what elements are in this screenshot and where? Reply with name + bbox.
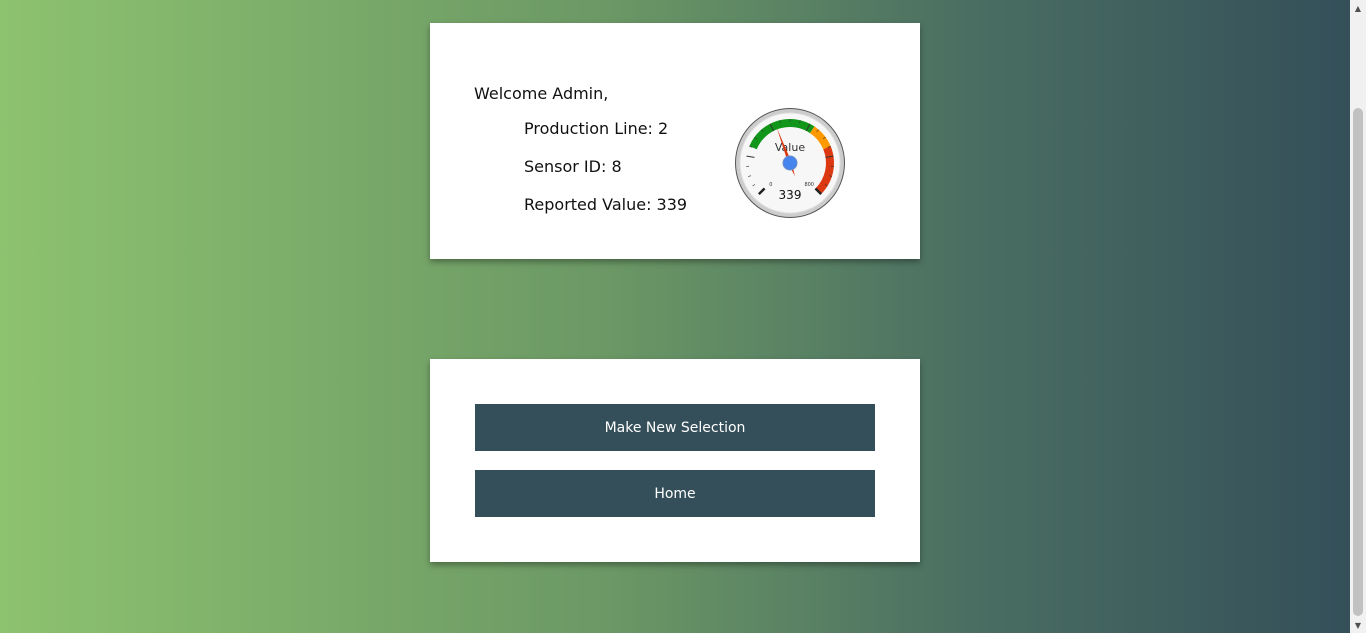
- actions-card: Make New Selection Home: [430, 359, 920, 562]
- scroll-up-arrow-icon[interactable]: ▲: [1350, 0, 1366, 16]
- gauge-value-text: 339: [779, 188, 802, 202]
- welcome-text: Welcome Admin,: [474, 84, 609, 103]
- gauge-label: Value: [775, 141, 805, 154]
- sensor-info-card: Welcome Admin, Production Line: 2 Sensor…: [430, 23, 920, 259]
- home-button[interactable]: Home: [475, 470, 875, 517]
- make-new-selection-button[interactable]: Make New Selection: [475, 404, 875, 451]
- scroll-down-arrow-icon[interactable]: ▼: [1350, 617, 1366, 633]
- reported-value-text: Reported Value: 339: [524, 195, 688, 214]
- scrollbar-thumb[interactable]: [1353, 108, 1363, 616]
- gauge-min-label: 0: [769, 182, 772, 188]
- sensor-id-text: Sensor ID: 8: [524, 157, 622, 176]
- gauge-max-label: 800: [804, 182, 814, 188]
- production-line-text: Production Line: 2: [524, 119, 669, 138]
- value-gauge: 0 800 Value 339: [735, 108, 845, 218]
- vertical-scrollbar[interactable]: ▲ ▼: [1350, 0, 1366, 633]
- gauge-hub: [782, 155, 798, 171]
